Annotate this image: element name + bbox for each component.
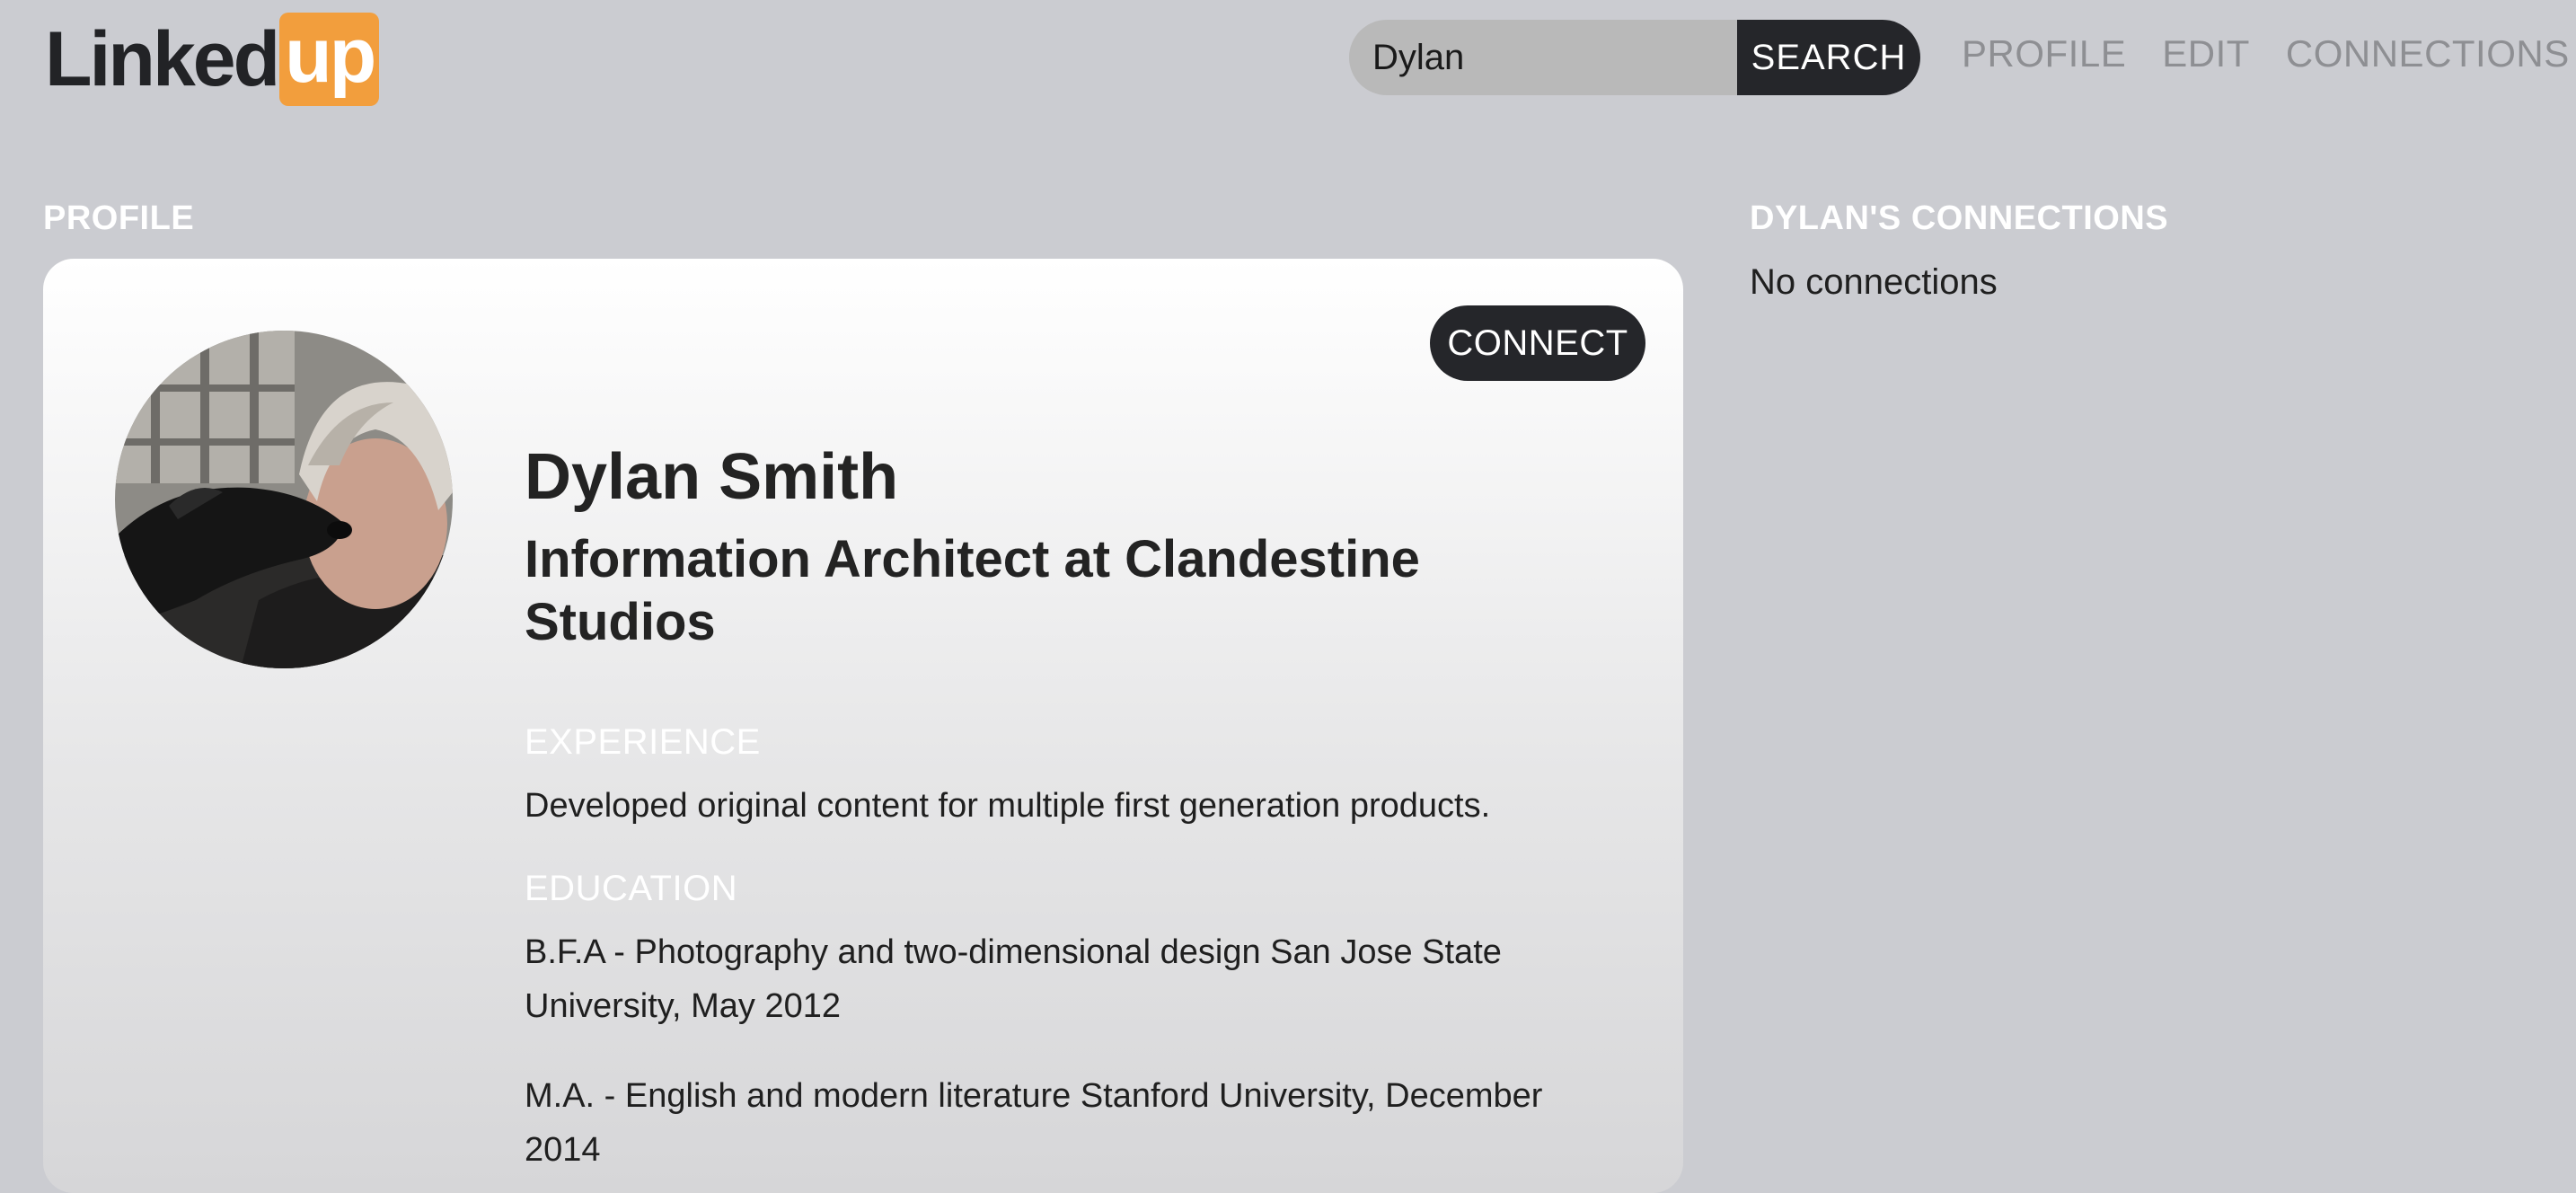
nav-profile[interactable]: PROFILE <box>1962 32 2126 75</box>
profile-card: CONNECT Dylan Smith Information Architec… <box>43 259 1683 1193</box>
education-item: M.A. - English and modern literature Sta… <box>525 1076 1543 1169</box>
profile-info: Dylan Smith Information Architect at Cla… <box>525 438 1602 1177</box>
nav-connections[interactable]: CONNECTIONS <box>2286 32 2570 75</box>
education-item: B.F.A - Photography and two-dimensional … <box>525 932 1502 1025</box>
search-input[interactable] <box>1349 20 1737 95</box>
logo-text: Linked <box>45 15 280 102</box>
profile-headline: Information Architect at Clandestine Stu… <box>525 530 1420 651</box>
logo[interactable]: Linked up <box>45 13 380 106</box>
education-heading: EDUCATION <box>525 868 738 908</box>
experience-heading: EXPERIENCE <box>525 721 761 762</box>
logo-accent-box: up <box>279 13 380 106</box>
avatar-photo <box>115 331 453 668</box>
nav-edit[interactable]: EDIT <box>2162 32 2250 75</box>
main-nav: PROFILE EDIT CONNECTIONS <box>1962 32 2570 75</box>
profile-section-title: PROFILE <box>43 199 195 237</box>
no-connections-text: No connections <box>1750 262 1998 302</box>
search-button[interactable]: SEARCH <box>1737 20 1920 95</box>
profile-name: Dylan Smith <box>525 441 899 513</box>
connections-section-title: DYLAN'S CONNECTIONS <box>1750 199 2169 237</box>
connect-button[interactable]: CONNECT <box>1430 305 1645 381</box>
experience-text: Developed original content for multiple … <box>525 786 1491 825</box>
avatar <box>115 331 453 668</box>
search-bar: SEARCH <box>1349 20 1920 95</box>
